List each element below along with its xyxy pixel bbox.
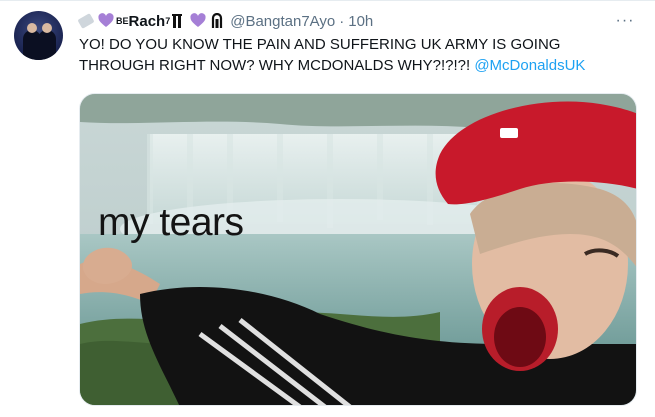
display-name[interactable]: Rach <box>129 13 166 30</box>
avatar[interactable] <box>14 11 63 60</box>
purple-heart-icon <box>98 13 114 29</box>
tweet-media[interactable]: my tears <box>79 93 637 406</box>
dot-separator: · <box>339 12 345 30</box>
avatar-face <box>42 23 52 33</box>
user-handle[interactable]: @Bangtan7Ayo <box>230 13 335 30</box>
pillars-icon <box>172 13 186 29</box>
tweet-time[interactable]: 10h <box>348 13 373 30</box>
display-name-prefix: BE <box>116 16 129 26</box>
avatar-figure <box>38 30 56 60</box>
avatar-face <box>27 23 37 33</box>
media-caption: my tears <box>98 201 244 244</box>
display-name-superscript: 7 <box>165 16 171 26</box>
media-image <box>80 94 636 405</box>
ticket-icon <box>77 13 95 29</box>
purple-heart-icon <box>190 13 206 29</box>
tweet-text: YO! DO YOU KNOW THE PAIN AND SUFFERING U… <box>79 34 639 76</box>
mention-link[interactable]: @McDonaldsUK <box>474 57 585 74</box>
pillars-icon <box>210 13 224 29</box>
tweet-header: BE Rach 7 @Bangtan7Ayo · 10h <box>77 10 373 32</box>
more-icon[interactable]: ··· <box>613 9 637 33</box>
tweet[interactable]: BE Rach 7 @Bangtan7Ayo · 10h ··· YO! DO … <box>0 0 655 417</box>
